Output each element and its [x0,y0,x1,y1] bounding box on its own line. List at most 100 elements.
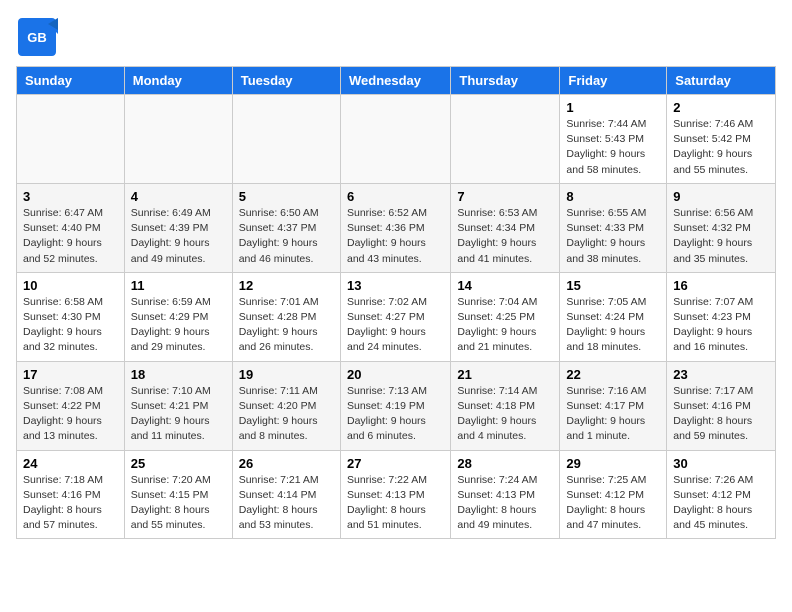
calendar-day: 9 Sunrise: 6:56 AM Sunset: 4:32 PM Daylig… [667,183,776,272]
calendar-day: 3Sunrise: 6:47 AM Sunset: 4:40 PM Daylig… [17,183,125,272]
day-info: Sunrise: 7:18 AM Sunset: 4:16 PM Dayligh… [23,473,118,534]
day-info: Sunrise: 7:11 AM Sunset: 4:20 PM Dayligh… [239,384,334,445]
day-info: Sunrise: 7:46 AM Sunset: 5:42 PM Dayligh… [673,117,769,178]
calendar-day: 19 Sunrise: 7:11 AM Sunset: 4:20 PM Dayli… [232,361,340,450]
logo-icon: GB [16,16,58,58]
calendar-week-row: 17 Sunrise: 7:08 AM Sunset: 4:22 PM Dayli… [17,361,776,450]
calendar-day: 23 Sunrise: 7:17 AM Sunset: 4:16 PM Dayli… [667,361,776,450]
column-header-saturday: Saturday [667,67,776,95]
calendar-day: 15Sunrise: 7:05 AM Sunset: 4:24 PM Dayli… [560,272,667,361]
column-header-sunday: Sunday [17,67,125,95]
day-info: Sunrise: 7:13 AM Sunset: 4:19 PM Dayligh… [347,384,444,445]
calendar-day: 10 Sunrise: 6:58 AM Sunset: 4:30 PM Dayli… [17,272,125,361]
day-number: 11 [131,278,226,293]
calendar-week-row: 10 Sunrise: 6:58 AM Sunset: 4:30 PM Dayli… [17,272,776,361]
day-number: 4 [131,189,226,204]
day-info: Sunrise: 7:26 AM Sunset: 4:12 PM Dayligh… [673,473,769,534]
day-info: Sunrise: 7:44 AM Sunset: 5:43 PM Dayligh… [566,117,660,178]
calendar-day: 20 Sunrise: 7:13 AM Sunset: 4:19 PM Dayli… [340,361,450,450]
column-header-monday: Monday [124,67,232,95]
column-header-tuesday: Tuesday [232,67,340,95]
column-header-friday: Friday [560,67,667,95]
calendar-day: 6 Sunrise: 6:52 AM Sunset: 4:36 PM Daylig… [340,183,450,272]
calendar-week-row: 3Sunrise: 6:47 AM Sunset: 4:40 PM Daylig… [17,183,776,272]
day-number: 6 [347,189,444,204]
logo: GB [16,16,60,58]
day-number: 7 [457,189,553,204]
calendar-day [232,95,340,184]
day-number: 20 [347,367,444,382]
calendar-day [451,95,560,184]
day-number: 28 [457,456,553,471]
day-number: 30 [673,456,769,471]
day-info: Sunrise: 6:59 AM Sunset: 4:29 PM Dayligh… [131,295,226,356]
day-number: 17 [23,367,118,382]
calendar-day: 8Sunrise: 6:55 AM Sunset: 4:33 PM Daylig… [560,183,667,272]
day-info: Sunrise: 7:08 AM Sunset: 4:22 PM Dayligh… [23,384,118,445]
calendar-day [340,95,450,184]
calendar-day: 24 Sunrise: 7:18 AM Sunset: 4:16 PM Dayli… [17,450,125,539]
calendar-day: 16 Sunrise: 7:07 AM Sunset: 4:23 PM Dayli… [667,272,776,361]
calendar-day: 13Sunrise: 7:02 AM Sunset: 4:27 PM Dayli… [340,272,450,361]
calendar-day: 5 Sunrise: 6:50 AM Sunset: 4:37 PM Daylig… [232,183,340,272]
calendar-day: 11 Sunrise: 6:59 AM Sunset: 4:29 PM Dayli… [124,272,232,361]
day-number: 12 [239,278,334,293]
day-number: 9 [673,189,769,204]
calendar-day: 29Sunrise: 7:25 AM Sunset: 4:12 PM Dayli… [560,450,667,539]
calendar-day: 4 Sunrise: 6:49 AM Sunset: 4:39 PM Daylig… [124,183,232,272]
day-number: 29 [566,456,660,471]
calendar-day: 22Sunrise: 7:16 AM Sunset: 4:17 PM Dayli… [560,361,667,450]
day-info: Sunrise: 6:52 AM Sunset: 4:36 PM Dayligh… [347,206,444,267]
day-number: 13 [347,278,444,293]
day-number: 10 [23,278,118,293]
calendar-day: 2 Sunrise: 7:46 AM Sunset: 5:42 PM Daylig… [667,95,776,184]
day-info: Sunrise: 7:21 AM Sunset: 4:14 PM Dayligh… [239,473,334,534]
day-number: 26 [239,456,334,471]
day-info: Sunrise: 6:58 AM Sunset: 4:30 PM Dayligh… [23,295,118,356]
calendar-day [17,95,125,184]
day-number: 21 [457,367,553,382]
day-info: Sunrise: 6:50 AM Sunset: 4:37 PM Dayligh… [239,206,334,267]
day-number: 23 [673,367,769,382]
calendar-day: 28 Sunrise: 7:24 AM Sunset: 4:13 PM Dayli… [451,450,560,539]
calendar-day: 14Sunrise: 7:04 AM Sunset: 4:25 PM Dayli… [451,272,560,361]
svg-text:GB: GB [27,30,47,45]
calendar-table: SundayMondayTuesdayWednesdayThursdayFrid… [16,66,776,539]
day-info: Sunrise: 6:49 AM Sunset: 4:39 PM Dayligh… [131,206,226,267]
calendar-day: 17 Sunrise: 7:08 AM Sunset: 4:22 PM Dayli… [17,361,125,450]
day-info: Sunrise: 7:17 AM Sunset: 4:16 PM Dayligh… [673,384,769,445]
column-header-wednesday: Wednesday [340,67,450,95]
day-info: Sunrise: 7:04 AM Sunset: 4:25 PM Dayligh… [457,295,553,356]
calendar-day: 25 Sunrise: 7:20 AM Sunset: 4:15 PM Dayli… [124,450,232,539]
day-number: 2 [673,100,769,115]
column-header-thursday: Thursday [451,67,560,95]
calendar-day: 1Sunrise: 7:44 AM Sunset: 5:43 PM Daylig… [560,95,667,184]
calendar-day: 26 Sunrise: 7:21 AM Sunset: 4:14 PM Dayli… [232,450,340,539]
day-info: Sunrise: 7:24 AM Sunset: 4:13 PM Dayligh… [457,473,553,534]
day-number: 5 [239,189,334,204]
day-info: Sunrise: 6:55 AM Sunset: 4:33 PM Dayligh… [566,206,660,267]
day-info: Sunrise: 7:01 AM Sunset: 4:28 PM Dayligh… [239,295,334,356]
calendar-day: 7 Sunrise: 6:53 AM Sunset: 4:34 PM Daylig… [451,183,560,272]
calendar-day [124,95,232,184]
page-header: GB [16,16,776,58]
day-info: Sunrise: 7:22 AM Sunset: 4:13 PM Dayligh… [347,473,444,534]
day-number: 19 [239,367,334,382]
day-info: Sunrise: 6:56 AM Sunset: 4:32 PM Dayligh… [673,206,769,267]
day-info: Sunrise: 7:10 AM Sunset: 4:21 PM Dayligh… [131,384,226,445]
day-info: Sunrise: 7:16 AM Sunset: 4:17 PM Dayligh… [566,384,660,445]
day-info: Sunrise: 6:47 AM Sunset: 4:40 PM Dayligh… [23,206,118,267]
day-number: 16 [673,278,769,293]
calendar-week-row: 1Sunrise: 7:44 AM Sunset: 5:43 PM Daylig… [17,95,776,184]
calendar-day: 27Sunrise: 7:22 AM Sunset: 4:13 PM Dayli… [340,450,450,539]
day-info: Sunrise: 7:20 AM Sunset: 4:15 PM Dayligh… [131,473,226,534]
calendar-day: 30 Sunrise: 7:26 AM Sunset: 4:12 PM Dayli… [667,450,776,539]
calendar-day: 18 Sunrise: 7:10 AM Sunset: 4:21 PM Dayli… [124,361,232,450]
calendar-day: 21 Sunrise: 7:14 AM Sunset: 4:18 PM Dayli… [451,361,560,450]
day-number: 25 [131,456,226,471]
day-number: 18 [131,367,226,382]
day-number: 24 [23,456,118,471]
day-info: Sunrise: 7:14 AM Sunset: 4:18 PM Dayligh… [457,384,553,445]
day-info: Sunrise: 7:07 AM Sunset: 4:23 PM Dayligh… [673,295,769,356]
day-info: Sunrise: 6:53 AM Sunset: 4:34 PM Dayligh… [457,206,553,267]
